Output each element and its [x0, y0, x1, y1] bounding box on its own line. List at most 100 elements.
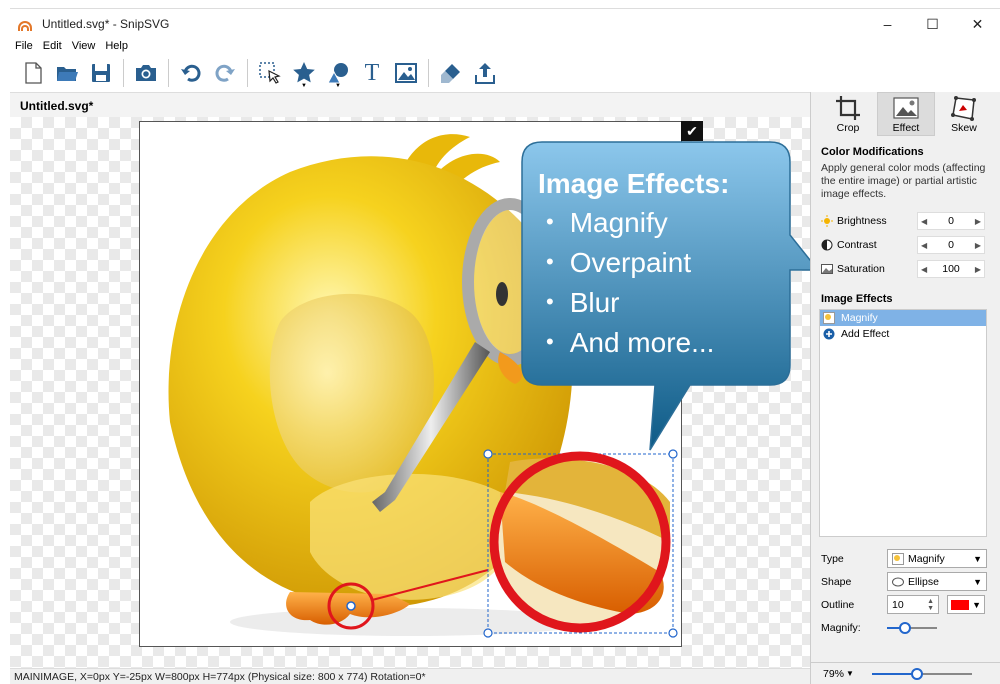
confirm-icon[interactable]: ✔	[681, 121, 703, 141]
zoom-value[interactable]: 79%	[823, 668, 844, 680]
tab-skew-label: Skew	[951, 121, 977, 134]
magnify-slider-thumb[interactable]	[898, 621, 911, 634]
saturation-icon	[821, 264, 833, 274]
shape-select[interactable]: Ellipse ▼	[887, 572, 987, 591]
document-tab[interactable]: Untitled.svg*	[20, 99, 93, 113]
callout-item: Overpaint	[538, 244, 729, 284]
zoom-bar: 79% ▼	[811, 662, 1000, 684]
toolbar-separator	[123, 59, 124, 87]
brightness-spinner[interactable]: ◀ 0 ▶	[917, 212, 985, 230]
spinner-arrows-icon[interactable]: ▲ ▼	[927, 598, 934, 612]
outline-color-picker[interactable]: ▼	[947, 595, 985, 614]
select-tool-button[interactable]	[253, 57, 287, 89]
ellipse-icon	[892, 577, 904, 586]
save-button[interactable]	[84, 57, 118, 89]
zoom-slider-thumb[interactable]	[910, 667, 923, 680]
app-logo-icon	[18, 17, 34, 31]
toolbar-separator	[247, 59, 248, 87]
magnify-label: Magnify:	[821, 621, 861, 634]
outline-row: Outline 10 ▲ ▼ ▼	[811, 593, 1000, 616]
maximize-button[interactable]: ☐	[910, 9, 955, 39]
shapes-tool-button[interactable]: ▼	[321, 57, 355, 89]
image-icon	[395, 63, 417, 83]
brightness-row: Brightness ◀ 0 ▶	[811, 209, 1000, 233]
outline-width-spinner[interactable]: 10 ▲ ▼	[887, 595, 939, 614]
effects-list: Magnify Add Effect	[819, 309, 987, 537]
close-button[interactable]: ✕	[955, 9, 1000, 39]
brightness-decrease[interactable]: ◀	[921, 217, 927, 226]
color-mods-description: Apply general color mods (affecting the …	[821, 162, 986, 200]
redo-button[interactable]	[208, 57, 242, 89]
add-icon	[823, 328, 835, 340]
open-folder-icon	[57, 67, 78, 81]
shapes-tool-dropdown[interactable]: ▼	[335, 83, 341, 89]
effect-icon	[893, 96, 919, 119]
fill-tool-button[interactable]	[434, 57, 468, 89]
contrast-decrease[interactable]: ◀	[921, 241, 927, 250]
saturation-decrease[interactable]: ◀	[921, 265, 927, 274]
image-effects-title: Image Effects	[821, 293, 893, 305]
undo-icon	[181, 64, 201, 82]
callout-item: And more...	[538, 324, 729, 364]
text-tool-button[interactable]: T	[355, 57, 389, 89]
saturation-spinner[interactable]: ◀ 100 ▶	[917, 260, 985, 278]
zoom-dropdown-icon[interactable]: ▼	[846, 669, 854, 678]
menu-edit[interactable]: Edit	[38, 40, 67, 52]
list-item-magnify[interactable]: Magnify	[820, 310, 986, 326]
saturation-label: Saturation	[837, 263, 885, 275]
status-bar: MAINIMAGE, X=0px Y=-25px W=800px H=774px…	[10, 668, 810, 684]
tab-crop-label: Crop	[836, 121, 860, 134]
camera-icon	[136, 65, 156, 81]
type-select[interactable]: Magnify ▼	[887, 549, 987, 568]
sun-icon	[821, 215, 833, 227]
menu-view[interactable]: View	[67, 40, 101, 52]
save-icon	[92, 64, 110, 82]
properties-panel: Crop Effect Skew Color Modifications App…	[810, 92, 1000, 684]
menu-file[interactable]: File	[10, 40, 38, 52]
chevron-down-icon: ▼	[973, 576, 982, 587]
callout-text: Image Effects: Magnify Overpaint Blur An…	[538, 168, 729, 364]
star-tool-button[interactable]: ▼	[287, 57, 321, 89]
image-tool-button[interactable]	[389, 57, 423, 89]
zoom-slider[interactable]	[871, 667, 972, 681]
contrast-increase[interactable]: ▶	[975, 241, 981, 250]
new-file-button[interactable]	[16, 57, 50, 89]
brightness-increase[interactable]: ▶	[975, 217, 981, 226]
text-icon: T	[364, 59, 380, 86]
shape-label: Shape	[821, 575, 852, 588]
menu-help[interactable]: Help	[100, 40, 133, 52]
magnify-row: Magnify:	[811, 616, 1000, 639]
effect-item-label: Magnify	[841, 312, 878, 324]
open-button[interactable]	[50, 57, 84, 89]
magnify-slider[interactable]	[887, 621, 937, 635]
export-button[interactable]	[468, 57, 502, 89]
type-row: Type Magnify ▼	[811, 547, 1000, 570]
saturation-increase[interactable]: ▶	[975, 265, 981, 274]
contrast-spinner[interactable]: ◀ 0 ▶	[917, 236, 985, 254]
tab-skew[interactable]: Skew	[935, 92, 993, 136]
add-effect-button[interactable]: Add Effect	[820, 326, 986, 342]
color-mods-title: Color Modifications	[821, 146, 924, 158]
saturation-value: 100	[942, 263, 960, 275]
callout-item: Blur	[538, 284, 729, 324]
title-bar: Untitled.svg* - SnipSVG – ☐ ✕	[10, 8, 1000, 38]
effect-item-label: Add Effect	[841, 328, 890, 340]
panel-tabs: Crop Effect Skew	[811, 92, 1000, 138]
shape-value: Ellipse	[908, 575, 939, 588]
outline-label: Outline	[821, 598, 855, 611]
contrast-icon	[821, 239, 833, 251]
undo-button[interactable]	[174, 57, 208, 89]
window-title: Untitled.svg* - SnipSVG	[42, 16, 170, 31]
brightness-label: Brightness	[837, 215, 887, 227]
new-file-icon	[25, 62, 42, 84]
contrast-value: 0	[948, 239, 954, 251]
snapshot-button[interactable]	[129, 57, 163, 89]
tab-effect[interactable]: Effect	[877, 92, 935, 136]
tab-crop[interactable]: Crop	[819, 92, 877, 136]
type-label: Type	[821, 552, 844, 565]
callout-list: Magnify Overpaint Blur And more...	[538, 204, 729, 364]
contrast-row: Contrast ◀ 0 ▶	[811, 233, 1000, 257]
minimize-button[interactable]: –	[865, 9, 910, 39]
toolbar: ▼ ▼ T	[10, 54, 1000, 92]
star-tool-dropdown[interactable]: ▼	[301, 83, 307, 89]
